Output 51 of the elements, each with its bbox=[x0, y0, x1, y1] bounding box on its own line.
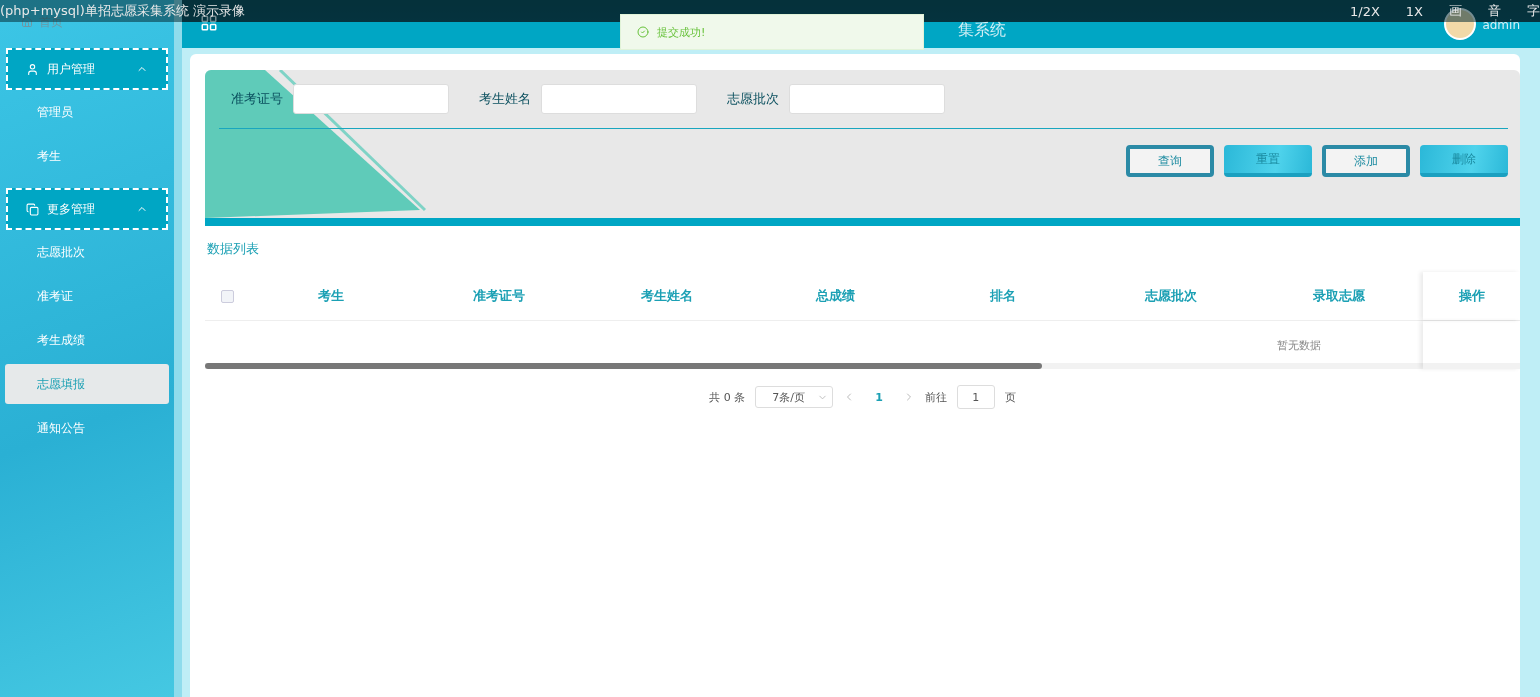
menu-group-label: 用户管理 bbox=[47, 60, 95, 78]
check-circle-icon bbox=[637, 26, 649, 38]
search-input[interactable] bbox=[789, 84, 945, 114]
goto-suffix: 页 bbox=[1004, 389, 1016, 405]
sidebar-item[interactable]: 准考证 bbox=[5, 276, 169, 316]
list-title: 数据列表 bbox=[207, 240, 260, 258]
player-control[interactable]: 1X bbox=[1405, 3, 1423, 19]
action-button[interactable]: 删除 bbox=[1420, 145, 1508, 177]
player-control[interactable]: 音 bbox=[1488, 2, 1501, 20]
empty-text: 暂无数据 bbox=[1277, 337, 1321, 353]
search-input[interactable] bbox=[541, 84, 697, 114]
goto-input[interactable]: 1 bbox=[956, 385, 995, 409]
system-title: 集系统 bbox=[958, 20, 1006, 41]
action-button[interactable]: 重置 bbox=[1224, 145, 1312, 177]
field-label: 考生姓名 bbox=[479, 90, 531, 108]
column-header: 考生姓名 bbox=[640, 287, 694, 305]
column-header: 录取志愿 bbox=[1312, 287, 1366, 305]
copy-icon bbox=[26, 202, 39, 216]
user-icon bbox=[26, 62, 39, 76]
scrollbar-thumb[interactable] bbox=[205, 363, 1042, 369]
sidebar-item[interactable]: 通知公告 bbox=[5, 408, 169, 448]
sidebar-item[interactable]: 志愿批次 bbox=[5, 232, 169, 272]
column-header: 志愿批次 bbox=[1144, 287, 1198, 305]
menu-group-header[interactable]: 更多管理 bbox=[6, 188, 168, 230]
page-size-select[interactable]: 7条/页 bbox=[755, 386, 834, 408]
column-header: 总成绩 bbox=[814, 287, 856, 305]
sidebar-item[interactable]: 考生成绩 bbox=[5, 320, 169, 360]
video-title: (php+mysql)单招志愿采集系统 演示录像 bbox=[0, 2, 245, 18]
column-header: 排名 bbox=[989, 287, 1017, 305]
sidebar-item[interactable]: 考生 bbox=[5, 136, 169, 176]
sidebar-item[interactable]: 志愿填报 bbox=[5, 364, 169, 404]
goto-label: 前往 bbox=[924, 389, 947, 405]
toast-message: 提交成功! bbox=[657, 24, 706, 40]
action-button[interactable]: 添加 bbox=[1322, 145, 1410, 177]
field-label: 准考证号 bbox=[231, 90, 283, 108]
player-control[interactable]: 字 bbox=[1527, 2, 1540, 20]
total-count: 共 0 条 bbox=[709, 389, 746, 405]
page-number[interactable]: 1 bbox=[865, 390, 893, 404]
home-icon bbox=[21, 16, 33, 28]
menu-group-label: 更多管理 bbox=[47, 200, 95, 218]
player-control[interactable]: 1/2X bbox=[1350, 3, 1380, 19]
select-all-checkbox[interactable] bbox=[221, 289, 234, 303]
search-input[interactable] bbox=[293, 84, 449, 114]
menu-group-header[interactable]: 用户管理 bbox=[6, 48, 168, 90]
sidebar-item[interactable]: 管理员 bbox=[5, 92, 169, 132]
action-button[interactable]: 查询 bbox=[1126, 145, 1214, 177]
column-header: 准考证号 bbox=[472, 287, 526, 305]
user-name: admin bbox=[1482, 18, 1520, 32]
field-label: 志愿批次 bbox=[727, 90, 779, 108]
column-header: 操作 bbox=[1423, 272, 1520, 320]
column-header: 考生 bbox=[317, 287, 345, 305]
